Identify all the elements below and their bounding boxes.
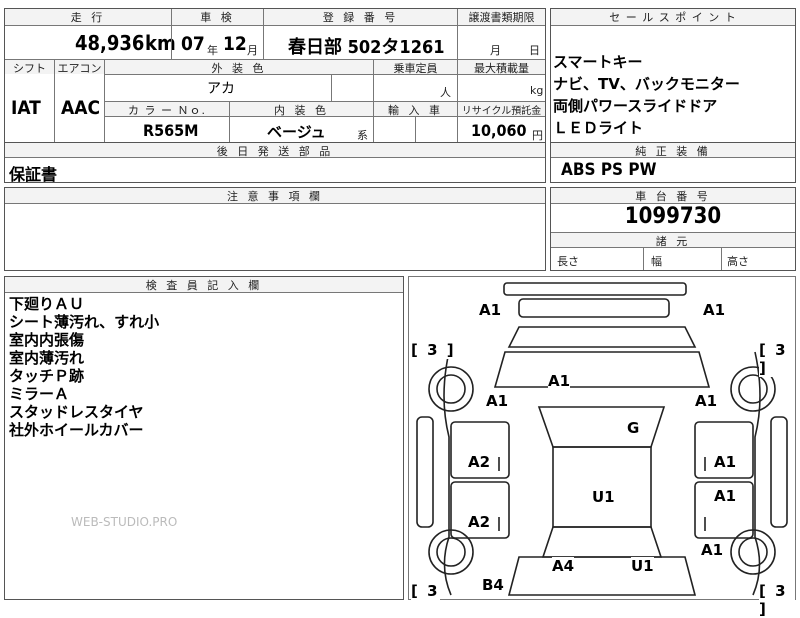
chassis-header: 車 台 番 号 [551,188,795,203]
height-label: 高さ [727,255,749,268]
selling-point-item: 両側パワースライドドア [553,97,718,115]
selling-points-header: セ ー ル ス ポ イ ン ト [551,9,795,25]
inspector-note-item: タッチＰ跡 [9,367,85,385]
color-no-header: カ ラ ー Ｎｏ. [105,102,229,117]
selling-points-list: スマートキー ナビ、TV、バックモニター 両側パワースライドドア ＬＥＤライト [553,51,740,139]
transfer-day-unit: 日 [529,44,540,57]
inspection-year-unit: 年 [207,44,218,57]
selling-point-item: ＬＥＤライト [553,119,644,137]
import-header: 輸 入 車 [374,102,457,117]
recycle-value: 10,060 [471,121,527,140]
aircon-header: エアコン [55,60,104,75]
color-no-value: R565M [143,121,199,140]
inspection-month-unit: 月 [247,44,258,57]
recycle-header: リサイクル預託金 [458,102,545,117]
shift-header: シフト [5,60,54,75]
dimensions-header: 諸 元 [551,233,795,248]
recycle-unit: 円 [532,129,543,142]
mark-hood: A1 [548,372,571,390]
mark-windshield: G [627,419,640,437]
mark-front-right: A1 [703,301,726,319]
aircon-value: AAC [61,97,101,119]
car-diagram-box: A1 A1 [ 3 ] [ 3 ] A1 A1 A1 G A2 A1 U1 A1… [408,276,796,618]
watermark: WEB-STUDIO.PRO [71,515,178,529]
mark-fender-right: A1 [695,392,718,410]
width-label: 幅 [651,255,662,268]
car-outline-diagram [416,282,788,596]
genuine-equipment-box: 純 正 装 備 ABS PS PW [550,142,796,183]
genuine-equipment-value: ABS PS PW [561,160,657,180]
capacity-unit: 人 [440,86,451,99]
selling-point-item: スマートキー [553,53,643,71]
inspection-header: 車 検 [172,9,263,25]
selling-point-item: ナビ、TV、バックモニター [553,75,740,93]
mark-door-right-rear: A1 [714,487,737,505]
interior-suffix: 系 [357,129,368,142]
mark-door-left-front: A2 [468,453,491,471]
interior-color-header: 内 装 色 [230,102,373,117]
mark-tire-front-left: [ 3 ] [411,341,456,359]
max-load-header: 最大積載量 [458,60,545,75]
mark-tire-rear-left: [ 3 [411,582,440,600]
interior-color-value: ベージュ [267,123,326,141]
inspection-year: 07 [181,33,205,55]
mileage-header: 走 行 [5,9,171,25]
inspector-box: 検 査 員 記 入 欄 下廻りＡＵ シート薄汚れ、すれ小 室内内張傷 室内薄汚れ… [4,276,404,600]
inspector-note-item: シート薄汚れ、すれ小 [9,313,160,331]
chassis-value: 1099730 [624,204,722,229]
mark-door-left-rear: A2 [468,513,491,531]
registration-header: 登 録 番 号 [264,9,457,25]
inspector-note-item: 室内薄汚れ [9,349,85,367]
chassis-box: 車 台 番 号 1099730 諸 元 長さ 幅 高さ [550,187,796,271]
capacity-header: 乗車定員 [374,60,457,75]
post-shipping-box: 後 日 発 送 部 品 保証書 [4,142,546,184]
selling-points-box: セ ー ル ス ポ イ ン ト スマートキー ナビ、TV、バックモニター 両側パ… [550,8,796,143]
transfer-deadline-header: 譲渡書類期限 [458,9,545,25]
registration-value: 春日部 502タ1261 [288,37,445,58]
mark-tire-rear-right: [ 3 ] [759,582,795,618]
inspection-month: 12 [223,33,247,55]
inspector-note-item: 下廻りＡＵ [9,295,85,313]
inspector-note-item: 室内内張傷 [9,331,85,349]
mark-front-left: A1 [479,301,502,319]
inspector-note-item: ミラーＡ [9,385,70,403]
exterior-color-header: 外 装 色 [105,60,373,75]
spec-table: 走 行 車 検 登 録 番 号 譲渡書類期限 48,936 km 07 年 12… [4,8,546,143]
exterior-color-value: アカ [207,81,235,97]
inspector-header: 検 査 員 記 入 欄 [5,277,403,292]
length-label: 長さ [557,255,579,268]
transfer-month-unit: 月 [490,44,501,57]
mark-rear-center: U1 [631,557,654,575]
inspector-note-item: 社外ホイールカバー [9,421,144,439]
mark-fender-left: A1 [486,392,509,410]
max-load-unit: kg [530,84,544,97]
notes-header: 注 意 事 項 欄 [5,188,545,203]
post-shipping-value: 保証書 [9,165,58,184]
inspector-notes-list: 下廻りＡＵ シート薄汚れ、すれ小 室内内張傷 室内薄汚れ タッチＰ跡 ミラーＡ … [9,295,159,439]
mark-roof: U1 [592,488,615,506]
mark-quarter-right: A1 [701,541,724,559]
post-shipping-header: 後 日 発 送 部 品 [5,143,545,158]
mark-tire-front-right: [ 3 ] [759,341,795,377]
mark-door-right-front: A1 [714,453,737,471]
genuine-equipment-header: 純 正 装 備 [551,143,795,158]
mileage-value: 48,936 [75,31,145,55]
shift-value: IAT [11,97,41,119]
inspector-note-item: スタッドレスタイヤ [9,403,144,421]
mark-rear-bumper-left: B4 [482,576,504,594]
mark-rear-left: A4 [552,557,575,575]
notes-box: 注 意 事 項 欄 [4,187,546,271]
